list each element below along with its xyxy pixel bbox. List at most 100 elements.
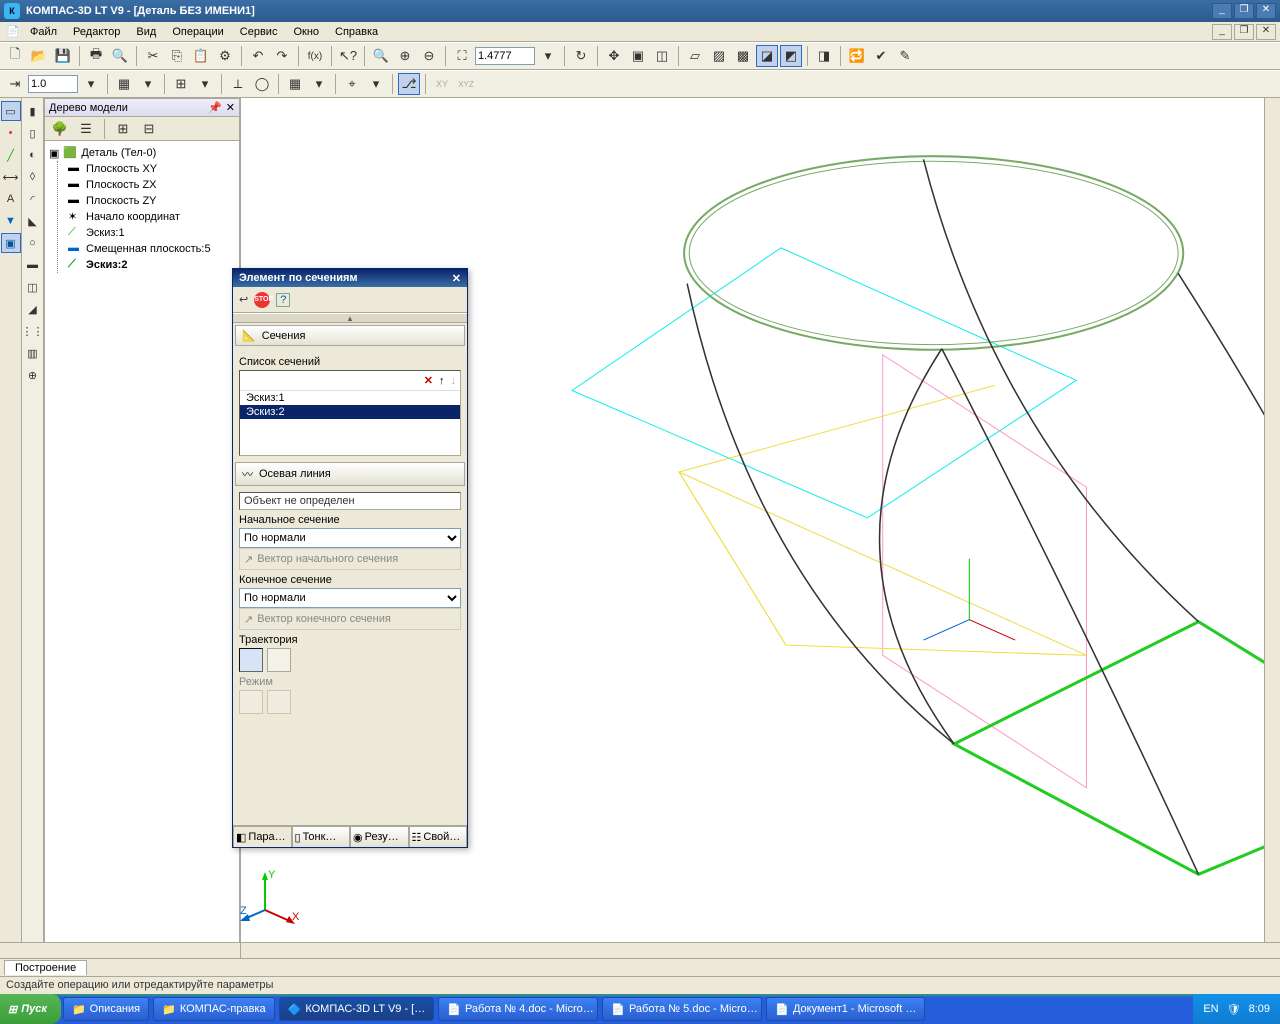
hidden-button[interactable]: ▨ (708, 45, 730, 67)
tree-mode-2[interactable]: ☰ (75, 118, 97, 140)
grid-dropdown[interactable]: ▾ (137, 73, 159, 95)
op-rib[interactable]: ▬ (23, 255, 43, 275)
mode-text[interactable]: A (1, 189, 21, 209)
tree-collapse[interactable]: ⊟ (138, 118, 160, 140)
mode-sketch[interactable]: ▭ (1, 101, 21, 121)
list-item-selected[interactable]: Эскиз:2 (240, 405, 460, 419)
dialog-close-icon[interactable]: ✕ (452, 272, 461, 285)
sections-header[interactable]: 📐 Сечения (235, 325, 465, 346)
print-button[interactable]: 🖶 (85, 45, 107, 67)
tab-thin[interactable]: ▯Тонк… (292, 826, 351, 847)
preview-button[interactable]: 🔍 (109, 45, 131, 67)
mode-btn-2[interactable] (267, 690, 291, 714)
remove-section-button[interactable]: ✕ (424, 374, 433, 387)
tab-props[interactable]: ☷Свой… (409, 826, 468, 847)
system-tray[interactable]: EN 🛡 8:09 (1193, 994, 1280, 1024)
op-chamfer[interactable]: ◣ (23, 211, 43, 231)
traj-manual-button[interactable] (267, 648, 291, 672)
view-iso-button[interactable]: ◫ (651, 45, 673, 67)
taskbar-item[interactable]: 📁КОМПАС-правка (153, 997, 275, 1021)
axis-header[interactable]: 〰 Осевая линия (235, 462, 465, 486)
copy-button[interactable]: ⎘ (166, 45, 188, 67)
end-select[interactable]: По нормали (239, 588, 461, 608)
op-cut[interactable]: ▯ (23, 123, 43, 143)
menu-operations[interactable]: Операции (164, 24, 231, 40)
tree-item[interactable]: ▬Смещенная плоскость:5 (68, 241, 235, 257)
undo-button[interactable]: ↶ (247, 45, 269, 67)
maximize-button[interactable]: ❐ (1234, 3, 1254, 19)
taskbar-item[interactable]: 📄Документ1 - Microsoft … (766, 997, 925, 1021)
tree-item[interactable]: ▬Плоскость ZX (68, 177, 235, 193)
tree-item-active[interactable]: ⟋Эскиз:2 (68, 257, 235, 273)
lcs-button[interactable]: ⌖ (341, 73, 363, 95)
wireframe-button[interactable]: ▱ (684, 45, 706, 67)
mode-line[interactable]: ╱ (1, 145, 21, 165)
zoom-window-button[interactable]: 🔍 (370, 45, 392, 67)
tree-expand-icon[interactable]: ▣ (49, 147, 59, 160)
dialog-collapse-handle[interactable]: ▲ (233, 313, 467, 323)
menu-view[interactable]: Вид (128, 24, 164, 40)
section-view-button[interactable]: ◨ (813, 45, 835, 67)
mdi-close[interactable]: ✕ (1256, 24, 1276, 40)
open-button[interactable]: 📂 (28, 45, 50, 67)
sections-list[interactable]: ✕ ↑ ↓ Эскиз:1 Эскиз:2 (239, 370, 461, 456)
op-hole[interactable]: ○ (23, 233, 43, 253)
redo-button[interactable]: ↷ (271, 45, 293, 67)
op-mirror[interactable]: ▥ (23, 343, 43, 363)
tab-result[interactable]: ◉Резу… (350, 826, 409, 847)
new-button[interactable]: 🗋 (4, 45, 26, 67)
menu-service[interactable]: Сервис (232, 24, 286, 40)
taskbar-item[interactable]: 📁Описания (63, 997, 149, 1021)
round-button[interactable]: ◯ (251, 73, 273, 95)
dialog-titlebar[interactable]: Элемент по сечениям ✕ (233, 269, 467, 287)
tab-params[interactable]: ◧Пара… (233, 826, 292, 847)
cut-button[interactable]: ✂ (142, 45, 164, 67)
tree-item[interactable]: ✶Начало координат (68, 209, 235, 225)
step-icon[interactable]: ⇥ (4, 73, 26, 95)
help-icon[interactable]: ? (276, 293, 290, 307)
tray-icon[interactable]: 🛡 (1227, 1003, 1241, 1016)
help-arrow-icon[interactable]: ↖? (337, 45, 359, 67)
tree-close-icon[interactable]: ✕ (226, 101, 235, 114)
perspective-button[interactable]: ◩ (780, 45, 802, 67)
op-fillet[interactable]: ◜ (23, 189, 43, 209)
op-bool[interactable]: ⊕ (23, 365, 43, 385)
viewport-scroll-h[interactable] (241, 942, 1280, 958)
start-select[interactable]: По нормали (239, 528, 461, 548)
coord-xyz-button[interactable]: XYZ (455, 73, 477, 95)
view-normal-button[interactable]: ▣ (627, 45, 649, 67)
properties-icon[interactable]: ⚙ (214, 45, 236, 67)
orbit-button[interactable]: ↻ (570, 45, 592, 67)
zoom-fit-button[interactable]: ⛶ (451, 45, 473, 67)
menu-window[interactable]: Окно (285, 24, 327, 40)
tree-mode-1[interactable]: 🌳 (49, 118, 71, 140)
taskbar-item[interactable]: 📄Работа № 4.doc - Micro… (438, 997, 598, 1021)
lcs-dropdown[interactable]: ▾ (365, 73, 387, 95)
tree-expand[interactable]: ⊞ (112, 118, 134, 140)
list-item[interactable]: Эскиз:1 (240, 391, 460, 405)
minimize-button[interactable]: _ (1212, 3, 1232, 19)
op-loft[interactable]: ◊ (23, 167, 43, 187)
bottom-tab-build[interactable]: Построение (4, 960, 87, 975)
scale-dropdown[interactable]: ▾ (80, 73, 102, 95)
tree-item[interactable]: ▬Плоскость ZY (68, 193, 235, 209)
op-shell[interactable]: ◫ (23, 277, 43, 297)
sketch-button[interactable]: ✎ (894, 45, 916, 67)
move-up-button[interactable]: ↑ (439, 375, 445, 387)
grid2-dropdown[interactable]: ▾ (308, 73, 330, 95)
zoom-in-button[interactable]: ⊕ (394, 45, 416, 67)
op-draft[interactable]: ◢ (23, 299, 43, 319)
menu-file[interactable]: Файл (22, 24, 65, 40)
mode-btn-1[interactable] (239, 690, 263, 714)
ortho-button[interactable]: ⟂ (227, 73, 249, 95)
mode-3d[interactable]: ▣ (1, 233, 21, 253)
taskbar-item[interactable]: 📄Работа № 5.doc - Micro… (602, 997, 762, 1021)
start-button[interactable]: ⊞ Пуск (0, 994, 61, 1024)
model-tree[interactable]: ▣ 🟩 Деталь (Тел-0) ▬Плоскость XY ▬Плоско… (45, 141, 239, 957)
viewport-scroll-v[interactable] (1264, 98, 1280, 942)
stop-button[interactable]: STOP (254, 292, 270, 308)
op-pattern[interactable]: ⋮⋮ (23, 321, 43, 341)
pin-icon[interactable]: 📌 (208, 101, 222, 114)
loft-dialog[interactable]: Элемент по сечениям ✕ ↩ STOP ? ▲ 📐 Сечен… (232, 268, 468, 848)
scale-input[interactable] (28, 75, 78, 93)
